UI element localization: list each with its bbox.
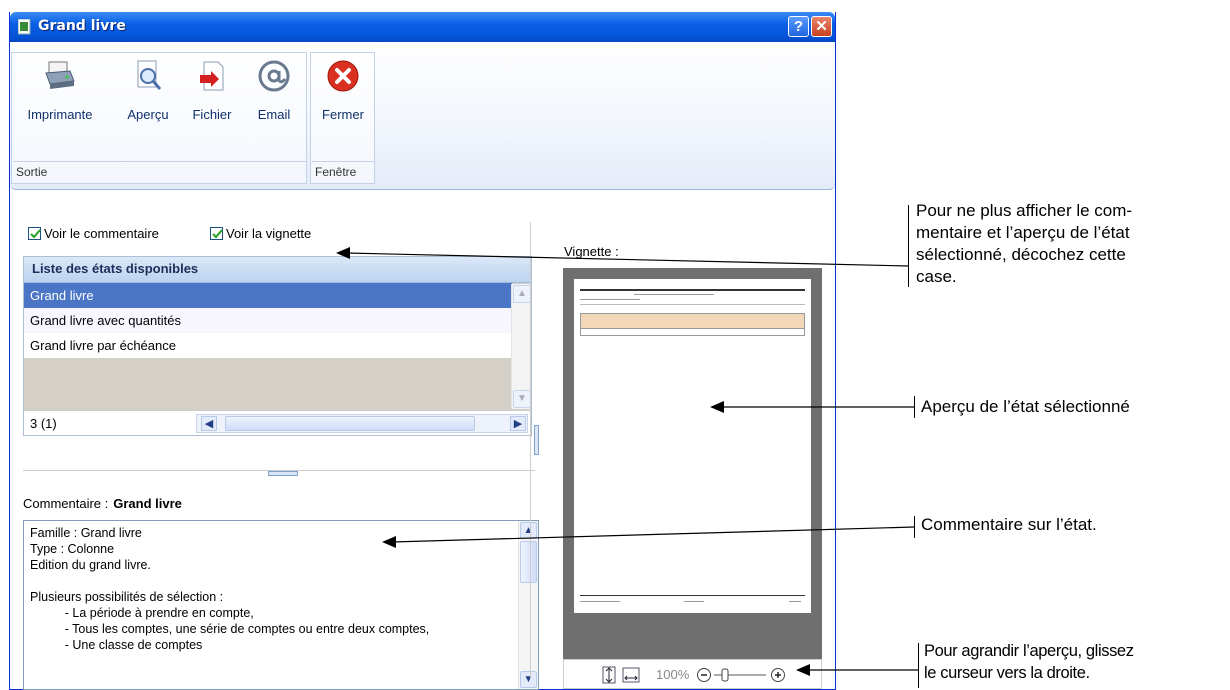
callout-arrows (336, 247, 918, 676)
